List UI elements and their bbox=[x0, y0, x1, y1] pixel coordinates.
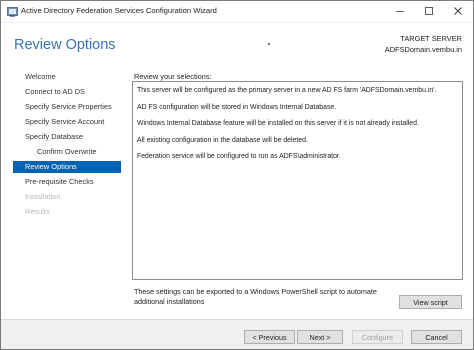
target-server-value: ADFSDomain.vembu.in bbox=[384, 45, 462, 54]
title-bar: Active Directory Federation Services Con… bbox=[1, 1, 473, 23]
maximize-button[interactable] bbox=[414, 1, 444, 23]
review-line: This server will be configured as the pr… bbox=[137, 87, 437, 94]
nav-item-service-properties[interactable]: Specify Service Properties bbox=[13, 101, 121, 113]
close-button[interactable] bbox=[443, 1, 473, 23]
page-title: Review Options bbox=[14, 37, 116, 53]
next-button[interactable]: Next > bbox=[297, 330, 343, 344]
nav-item-results: Results bbox=[25, 207, 50, 216]
nav-item-welcome[interactable]: Welcome bbox=[13, 71, 121, 83]
window-title: Active Directory Federation Services Con… bbox=[21, 6, 217, 15]
nav-item-specify-database[interactable]: Specify Database bbox=[13, 131, 121, 143]
maximize-icon bbox=[424, 6, 434, 18]
view-script-button[interactable]: View script bbox=[399, 295, 462, 309]
minimize-button[interactable] bbox=[385, 1, 415, 23]
nav-item-installation: Installation bbox=[25, 192, 61, 201]
target-server-label: TARGET SERVER bbox=[400, 34, 462, 43]
nav-item-confirm-overwrite[interactable]: Confirm Overwrite bbox=[13, 146, 121, 158]
review-selections-label: Review your selections: bbox=[134, 72, 212, 81]
nav-item-connect-ad-ds[interactable]: Connect to AD DS bbox=[13, 86, 121, 98]
close-icon bbox=[453, 6, 463, 18]
previous-button[interactable]: < Previous bbox=[244, 330, 295, 344]
review-line: All existing configuration in the databa… bbox=[137, 136, 308, 144]
review-text-box[interactable]: This server will be configured as the pr… bbox=[132, 81, 463, 280]
nav-item-service-account[interactable]: Specify Service Account bbox=[13, 116, 121, 128]
wizard-window: Active Directory Federation Services Con… bbox=[0, 0, 474, 350]
review-line: AD FS configuration will be stored in Wi… bbox=[137, 103, 337, 111]
minimize-icon bbox=[395, 6, 405, 18]
export-script-note: These settings can be exported to a Wind… bbox=[134, 287, 377, 306]
header-marker bbox=[268, 43, 270, 45]
configure-button: Configure bbox=[352, 330, 403, 344]
nav-item-prerequisite-checks[interactable]: Pre-requisite Checks bbox=[13, 176, 121, 188]
nav-item-review-options[interactable]: Review Options bbox=[13, 161, 121, 173]
review-line: Federation service will be configured to… bbox=[137, 153, 341, 160]
wizard-header: Review Options TARGET SERVER ADFSDomain.… bbox=[1, 23, 473, 67]
review-line: Windows Internal Database feature will b… bbox=[137, 120, 419, 127]
cancel-button[interactable]: Cancel bbox=[411, 330, 462, 344]
adfs-wizard-icon bbox=[7, 6, 18, 17]
